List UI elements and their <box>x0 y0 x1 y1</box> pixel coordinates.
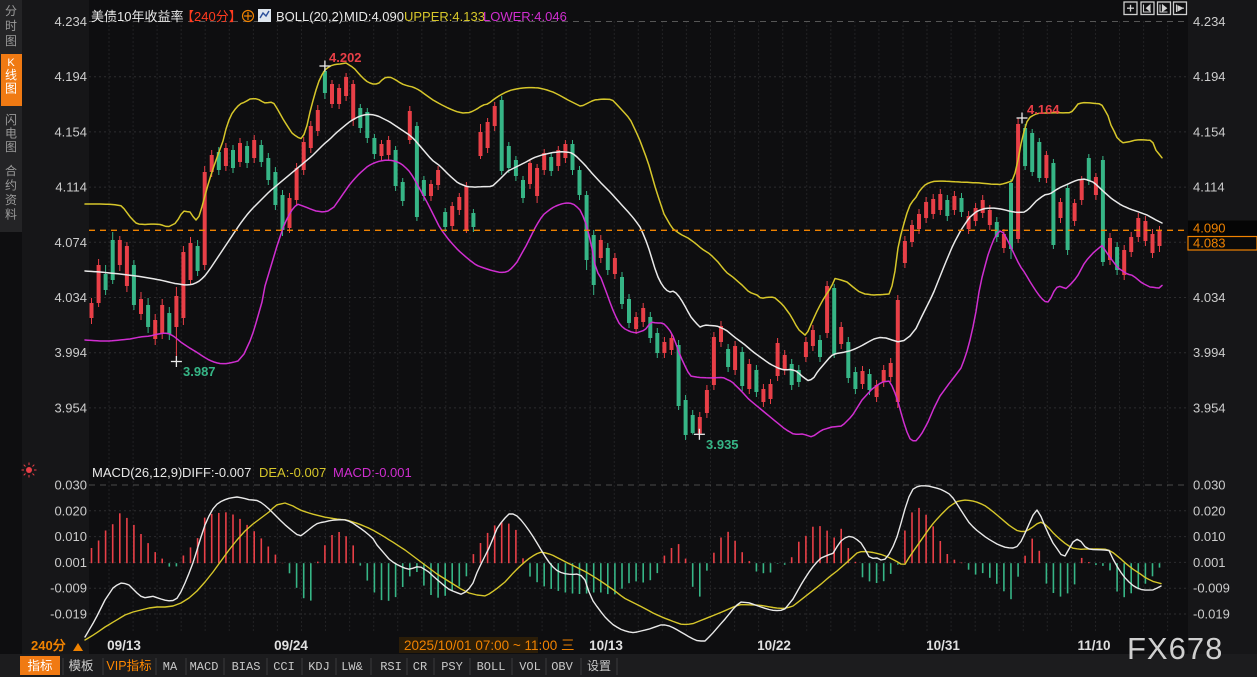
svg-text:合: 合 <box>5 163 17 178</box>
svg-text:LOWER:4.046: LOWER:4.046 <box>483 9 567 24</box>
svg-text:4.154: 4.154 <box>54 124 87 139</box>
svg-text:VIP指标: VIP指标 <box>106 658 151 673</box>
svg-text:4.114: 4.114 <box>55 180 87 195</box>
svg-text:料: 料 <box>5 208 17 222</box>
svg-text:闪: 闪 <box>5 113 17 127</box>
svg-text:0.030: 0.030 <box>54 478 87 493</box>
svg-text:4.164: 4.164 <box>1027 102 1060 117</box>
svg-text:4.234: 4.234 <box>1193 14 1226 29</box>
svg-text:KDJ: KDJ <box>308 660 330 674</box>
svg-text:3.954: 3.954 <box>1193 400 1226 415</box>
svg-text:09/13: 09/13 <box>107 638 141 653</box>
svg-text:MA: MA <box>163 660 178 674</box>
svg-text:时: 时 <box>5 19 17 33</box>
svg-text:4.034: 4.034 <box>1193 290 1226 305</box>
svg-text:MACD:-0.001: MACD:-0.001 <box>333 465 412 480</box>
svg-text:-0.019: -0.019 <box>1193 607 1230 622</box>
svg-text:BIAS: BIAS <box>232 660 261 674</box>
svg-text:0.001: 0.001 <box>54 555 87 570</box>
svg-text:4.034: 4.034 <box>54 290 87 305</box>
svg-text:DEA:-0.007: DEA:-0.007 <box>259 465 326 480</box>
svg-text:-0.019: -0.019 <box>50 607 87 622</box>
svg-text:4.154: 4.154 <box>1193 124 1226 139</box>
svg-text:VOL: VOL <box>519 660 541 674</box>
svg-text:CR: CR <box>413 660 427 674</box>
svg-text:-0.009: -0.009 <box>1193 581 1230 596</box>
svg-text:OBV: OBV <box>551 660 573 674</box>
svg-text:分: 分 <box>5 4 17 18</box>
svg-text:指标: 指标 <box>27 658 52 673</box>
svg-text:MACD: MACD <box>190 660 219 674</box>
svg-text:LW&: LW& <box>341 660 363 674</box>
svg-text:-0.009: -0.009 <box>50 581 87 596</box>
svg-text:11/10: 11/10 <box>1077 638 1110 653</box>
svg-text:CCI: CCI <box>273 660 295 674</box>
svg-text:3.994: 3.994 <box>54 345 87 360</box>
svg-text:MID:4.090: MID:4.090 <box>344 9 404 24</box>
svg-text:模板: 模板 <box>68 659 94 673</box>
svg-text:4.194: 4.194 <box>54 69 87 84</box>
svg-text:0.020: 0.020 <box>1193 503 1226 518</box>
svg-text:240分: 240分 <box>31 638 66 653</box>
svg-text:4.194: 4.194 <box>1193 69 1226 84</box>
svg-text:4.083: 4.083 <box>1193 236 1226 251</box>
svg-text:PSY: PSY <box>441 660 463 674</box>
svg-text:0.030: 0.030 <box>1193 478 1226 493</box>
svg-text:3.987: 3.987 <box>183 364 216 379</box>
svg-text:0.010: 0.010 <box>1193 529 1226 544</box>
svg-text:3.994: 3.994 <box>1193 345 1226 360</box>
svg-text:FX678: FX678 <box>1127 631 1223 666</box>
svg-text:4.074: 4.074 <box>54 235 87 250</box>
svg-text:资: 资 <box>5 193 17 207</box>
svg-text:美债10年收益率: 美债10年收益率 <box>91 9 183 24</box>
svg-text:DIFF:-0.007: DIFF:-0.007 <box>182 465 251 480</box>
svg-text:线: 线 <box>5 68 17 82</box>
svg-text:3.954: 3.954 <box>54 400 87 415</box>
svg-text:UPPER:4.133: UPPER:4.133 <box>404 9 485 24</box>
svg-text:4.234: 4.234 <box>54 14 87 29</box>
svg-text:10/13: 10/13 <box>589 638 623 653</box>
svg-text:图: 图 <box>5 34 17 48</box>
svg-text:3.935: 3.935 <box>706 437 739 452</box>
svg-text:4.090: 4.090 <box>1193 221 1226 236</box>
svg-text:约: 约 <box>5 178 17 193</box>
svg-text:0.001: 0.001 <box>1193 555 1226 570</box>
svg-text:设置: 设置 <box>587 659 611 674</box>
svg-text:BOLL(20,2): BOLL(20,2) <box>276 9 343 24</box>
svg-text:图: 图 <box>5 82 17 96</box>
svg-text:0.020: 0.020 <box>54 503 87 518</box>
svg-text:09/24: 09/24 <box>274 638 308 653</box>
svg-text:电: 电 <box>5 127 17 141</box>
svg-text:10/31: 10/31 <box>926 638 960 653</box>
svg-text:4.114: 4.114 <box>1193 180 1225 195</box>
svg-text:BOLL: BOLL <box>477 660 506 674</box>
svg-text:0.010: 0.010 <box>54 529 87 544</box>
svg-text:4.202: 4.202 <box>329 50 362 65</box>
svg-text:10/22: 10/22 <box>757 638 791 653</box>
svg-text:【240分】: 【240分】 <box>181 9 242 24</box>
svg-text:2025/10/01 07:00 ~ 11:00 三: 2025/10/01 07:00 ~ 11:00 三 <box>404 638 575 653</box>
svg-text:MACD(26,12,9): MACD(26,12,9) <box>92 465 182 480</box>
svg-text:图: 图 <box>5 140 17 154</box>
svg-text:RSI: RSI <box>380 660 402 674</box>
